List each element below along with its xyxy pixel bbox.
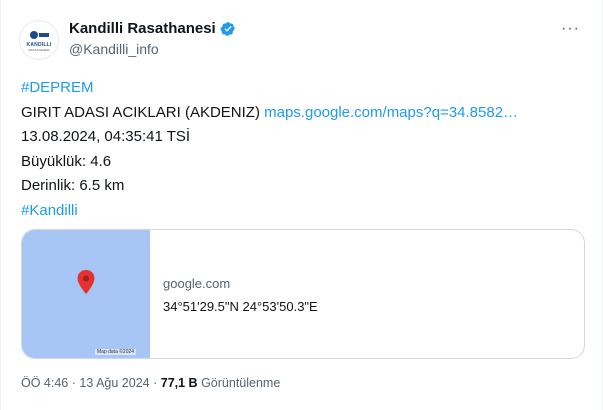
author-display-name[interactable]: Kandilli Rasathanesi xyxy=(69,20,216,37)
map-link[interactable]: maps.google.com/maps?q=34.8582… xyxy=(264,104,518,121)
verified-badge-icon xyxy=(220,21,235,36)
card-title: 34°51'29.5"N 24°53'50.3"E xyxy=(163,299,318,314)
views-label: Görüntülenme xyxy=(201,376,281,390)
map-pin-icon xyxy=(77,270,95,294)
tweet: KANDILLI RASATHANESI Kandilli Rasathanes… xyxy=(0,0,603,410)
author-handle[interactable]: @Kandilli_info xyxy=(69,41,159,57)
card-domain: google.com xyxy=(163,276,231,291)
tweet-meta: ÖÖ 4:46 · 13 Ağu 2024 · 77,1 B Görüntüle… xyxy=(21,376,280,390)
kandilli-logo-icon xyxy=(28,29,50,41)
depth-text: Derinlik: 6.5 km xyxy=(21,177,125,194)
avatar-subtext: RASATHANESI xyxy=(28,47,50,52)
datetime-text: 13.08.2024, 04:35:41 TSİ xyxy=(21,128,191,145)
card-info: google.com 34°51'29.5"N 24°53'50.3"E xyxy=(150,230,318,358)
map-credit: Map data ©2024 xyxy=(95,349,137,355)
link-card[interactable]: Map data ©2024 google.com 34°51'29.5"N 2… xyxy=(21,229,585,359)
avatar[interactable]: KANDILLI RASATHANESI xyxy=(19,20,59,60)
map-thumbnail: Map data ©2024 xyxy=(22,230,150,358)
views-count: 77,1 B xyxy=(160,376,198,390)
tweet-text: #DEPREM GIRIT ADASI ACIKLARI (AKDENIZ) m… xyxy=(21,76,586,223)
author-name-row: Kandilli Rasathanesi xyxy=(69,20,236,37)
meta-separator: · xyxy=(71,376,76,390)
location-text: GIRIT ADASI ACIKLARI (AKDENIZ) xyxy=(21,103,260,121)
magnitude-text: Büyüklük: 4.6 xyxy=(21,152,112,170)
more-options-icon[interactable]: ··· xyxy=(561,20,580,38)
hashtag-deprem[interactable]: #DEPREM xyxy=(21,79,94,96)
meta-separator: · xyxy=(153,376,158,390)
tweet-date[interactable]: 13 Ağu 2024 xyxy=(79,376,149,390)
hashtag-kandilli[interactable]: #Kandilli xyxy=(21,202,78,219)
tweet-time[interactable]: ÖÖ 4:46 xyxy=(21,376,68,390)
